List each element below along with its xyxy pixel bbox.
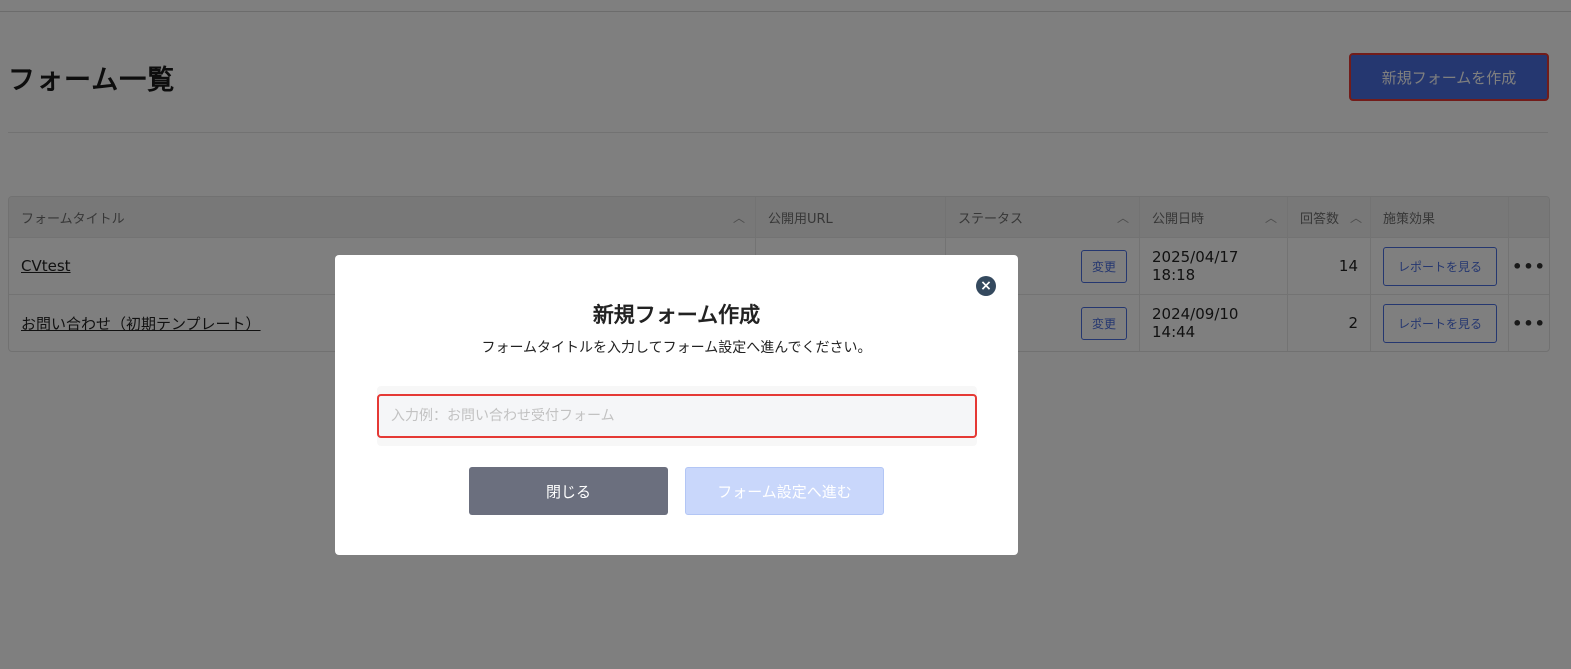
modal-title: 新規フォーム作成 [592, 303, 761, 327]
close-button[interactable]: 閉じる [469, 467, 668, 515]
title-input-wrapper [377, 386, 977, 446]
form-title-input[interactable] [377, 394, 977, 438]
proceed-to-settings-button[interactable]: フォーム設定へ進む [685, 467, 884, 515]
new-form-modal: × 新規フォーム作成 フォームタイトルを入力してフォーム設定へ進んでください。 … [335, 255, 1018, 555]
modal-description: フォームタイトルを入力してフォーム設定へ進んでください。 [481, 340, 872, 356]
close-icon[interactable]: × [976, 276, 996, 296]
